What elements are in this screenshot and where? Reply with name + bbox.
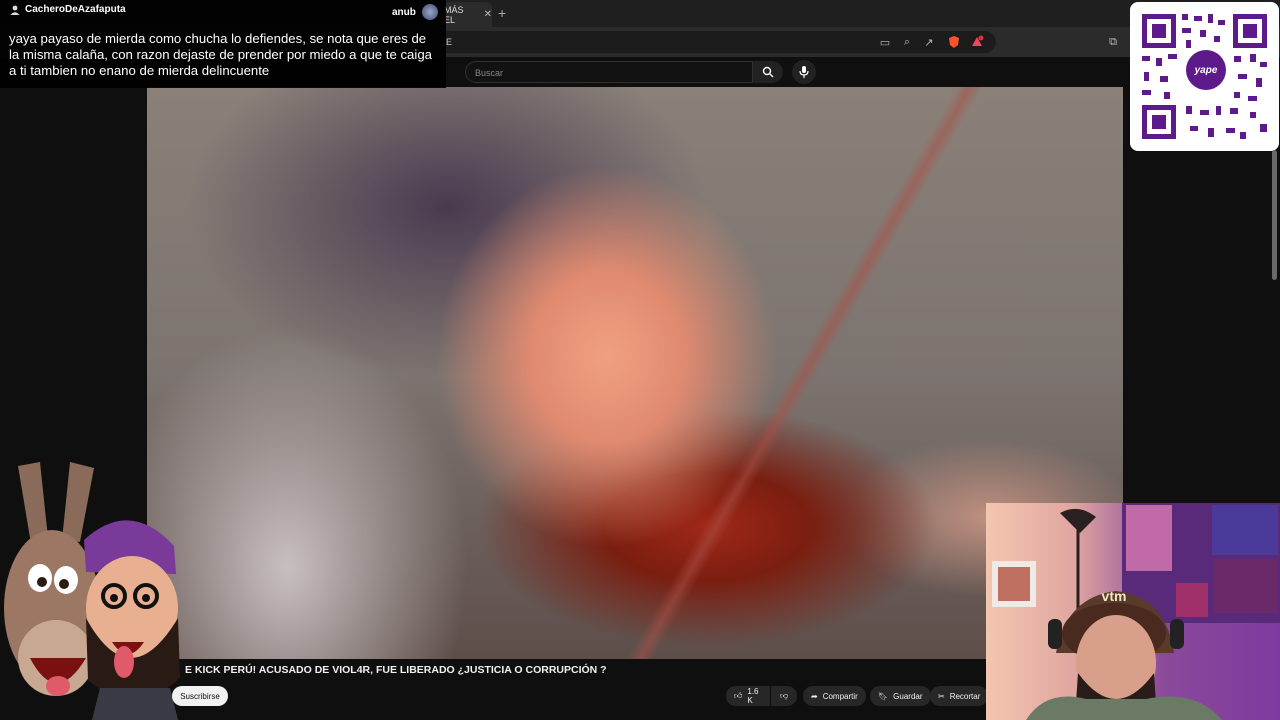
search-icon [762, 66, 774, 78]
chat-username-text: CacheroDeAzafaputa [25, 4, 126, 15]
video-title: E KICK PERÚ! ACUSADO DE VIOL4R, FUE LIBE… [185, 664, 607, 676]
brave-rewards-icon[interactable] [968, 33, 986, 51]
search-input[interactable]: Buscar [465, 61, 753, 83]
chat-message: yaya payaso de mierda como chucha lo def… [9, 31, 432, 78]
clip-button[interactable]: ✂ Recortar [930, 686, 989, 706]
video-player[interactable] [147, 87, 1123, 659]
sidebar-icon[interactable]: ⧉ [1104, 33, 1122, 51]
share-button[interactable]: ➦ Compartir [803, 686, 866, 706]
chat-channel-text: anub [392, 6, 416, 18]
scrollbar[interactable] [1272, 150, 1277, 280]
yape-logo-text: yape [1194, 64, 1218, 76]
brave-shield-icon[interactable] [945, 33, 963, 51]
like-count: 1.6 K [747, 687, 759, 705]
yape-logo: yape [1186, 50, 1226, 90]
scissors-icon: ✂ [938, 691, 945, 701]
thumbs-down-icon: 👎︎ [779, 691, 789, 700]
subscribe-label: Suscribirse [180, 691, 220, 701]
save-button[interactable]: 🔖︎ Guardar [870, 686, 931, 706]
close-icon[interactable]: ✕ [484, 9, 492, 20]
chat-channel: anub [392, 4, 438, 20]
share-arrow-icon: ➦ [811, 691, 818, 701]
url-text: E [446, 37, 453, 47]
share-label: Compartir [822, 691, 858, 701]
cast-icon[interactable]: ▭ [876, 33, 894, 51]
microphone-icon [799, 66, 809, 78]
save-label: Guardar [893, 691, 923, 701]
search-button[interactable] [753, 61, 783, 83]
bookmark-icon: 🔖︎ [878, 691, 889, 701]
clip-label: Recortar [949, 691, 981, 701]
user-icon [10, 5, 20, 15]
voice-search-button[interactable] [792, 60, 816, 84]
streamer-mascot [4, 462, 180, 720]
zoom-icon[interactable]: ⌕ [898, 33, 916, 51]
chat-username: CacheroDeAzafaputa [10, 4, 126, 15]
cap-logo-text: vtm [1102, 588, 1127, 604]
channel-avatar [421, 4, 438, 20]
webcam-feed: vtm [986, 503, 1280, 720]
tab-title: MÁS EL [444, 4, 464, 25]
subscribe-button[interactable]: Suscribirse [172, 686, 228, 706]
thumbs-up-icon: 👍︎ [734, 691, 743, 700]
dislike-button[interactable]: 👎︎ [771, 686, 797, 706]
search-placeholder: Buscar [475, 68, 504, 78]
share-icon[interactable]: ↗ [920, 33, 938, 51]
new-tab-icon[interactable]: + [498, 5, 506, 21]
chat-overlay: CacheroDeAzafaputa anub yaya payaso de m… [0, 0, 446, 88]
like-button[interactable]: 👍︎ 1.6 K [726, 686, 770, 706]
